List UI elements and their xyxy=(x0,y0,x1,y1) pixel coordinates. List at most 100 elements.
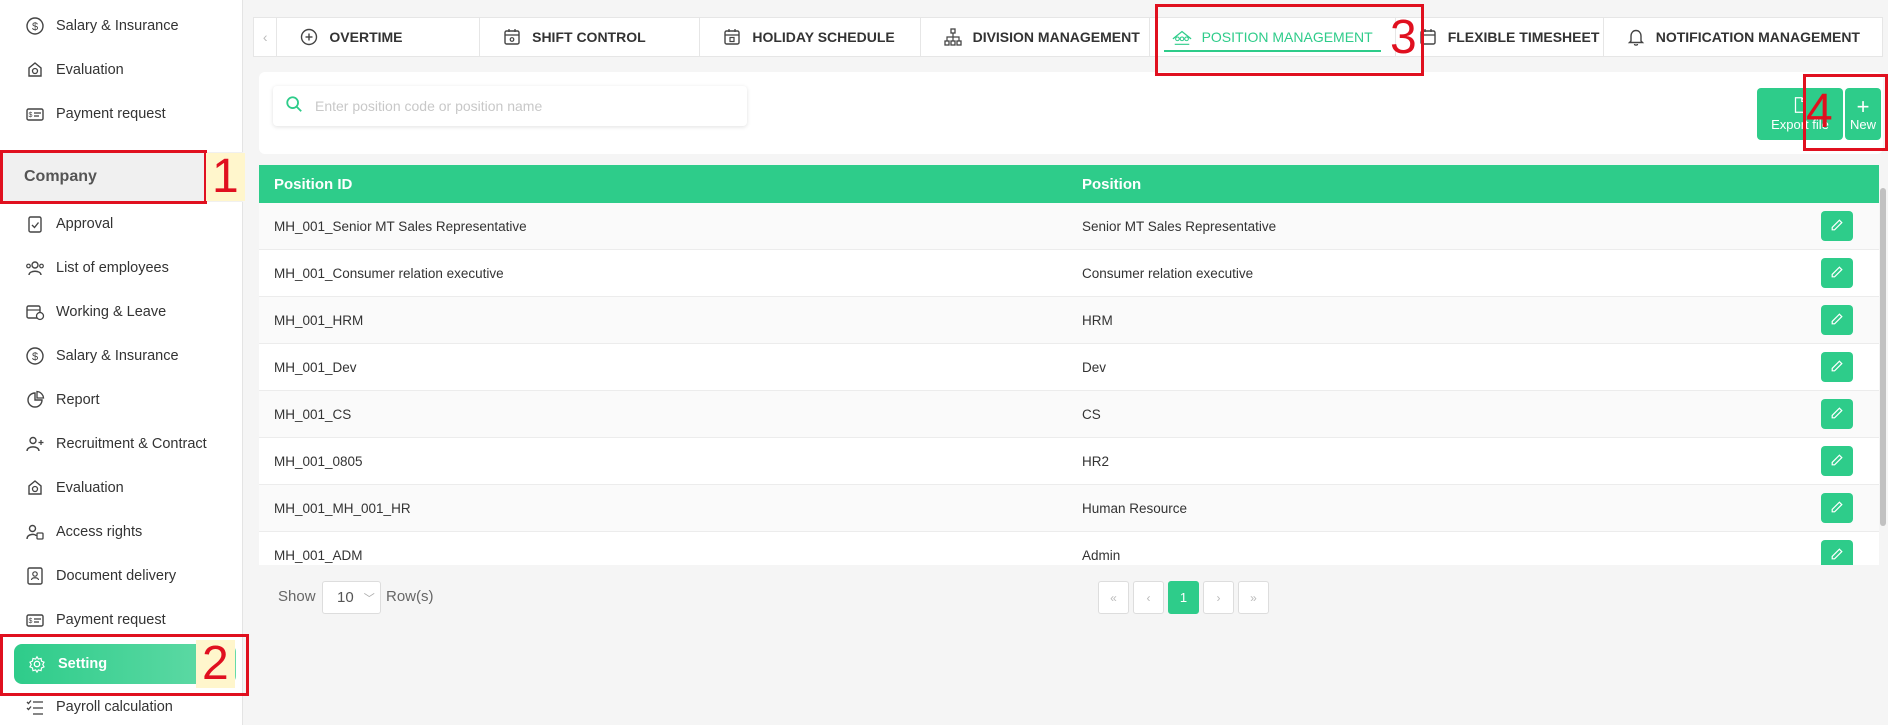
tab-notification-management[interactable]: NOTIFICATION MANAGEMENT xyxy=(1604,18,1882,56)
edit-button[interactable] xyxy=(1821,352,1853,382)
users-icon xyxy=(24,257,46,279)
pencil-icon xyxy=(1829,405,1845,424)
sidebar-item-label: Report xyxy=(56,392,100,408)
dollar-icon: $ xyxy=(24,15,46,37)
sidebar-item-recruitment-contract[interactable]: Recruitment & Contract xyxy=(24,429,207,459)
show-label: Show xyxy=(278,588,316,605)
svg-text:$: $ xyxy=(32,351,38,363)
tab-scroll-left-button[interactable]: ‹ xyxy=(254,18,278,56)
position-id-cell: MH_001_Consumer relation executive xyxy=(274,265,504,281)
position-cell: Admin xyxy=(1082,547,1121,563)
chevron-down-icon: ﹀ xyxy=(363,592,375,605)
table-header: Position ID Position xyxy=(259,165,1879,203)
payment-icon: $ xyxy=(24,103,46,125)
sidebar-item-working-leave[interactable]: Working & Leave xyxy=(24,297,166,327)
search-panel: Export file + New xyxy=(259,72,1883,154)
table-row: MH_001_0805 HR2 xyxy=(259,438,1879,485)
position-id-cell: MH_001_CS xyxy=(274,406,352,422)
calendar-clock-icon xyxy=(24,301,46,323)
position-id-cell: MH_001_0805 xyxy=(274,453,363,469)
table-body: MH_001_Senior MT Sales Representative Se… xyxy=(259,203,1879,565)
tab-overtime[interactable]: OVERTIME xyxy=(277,18,481,56)
sidebar-item-report[interactable]: Report xyxy=(24,385,100,415)
search-input[interactable] xyxy=(315,98,735,114)
pencil-icon xyxy=(1829,264,1845,283)
sidebar-item-label: Working & Leave xyxy=(56,304,167,320)
position-id-cell: MH_001_HRM xyxy=(274,312,364,328)
positions-table: Position ID Position MH_001_Senior MT Sa… xyxy=(259,165,1879,565)
position-cell: Human Resource xyxy=(1082,500,1188,516)
chevron-left-icon: ‹ xyxy=(262,29,268,45)
sidebar-item-evaluation-top[interactable]: Evaluation xyxy=(24,55,124,85)
tab-label: SHIFT CONTROL xyxy=(532,29,646,45)
sidebar-item-label: Evaluation xyxy=(56,62,124,78)
table-row: MH_001_CS CS xyxy=(259,391,1879,438)
sidebar-item-payment-request[interactable]: $ Payment request xyxy=(24,605,166,635)
chevron-right-icon: › xyxy=(1216,590,1221,605)
sidebar-item-label: Approval xyxy=(56,216,114,232)
edit-button[interactable] xyxy=(1821,399,1853,429)
position-cell: Dev xyxy=(1082,359,1107,375)
position-cell: HRM xyxy=(1082,312,1113,328)
bell-icon xyxy=(1626,27,1646,47)
tab-division-management[interactable]: DIVISION MANAGEMENT xyxy=(921,18,1150,56)
sidebar-item-salary-insurance-top[interactable]: $ Salary & Insurance xyxy=(24,11,179,41)
column-header-position: Position xyxy=(1082,175,1142,193)
page-button[interactable]: 1 xyxy=(1168,581,1199,614)
table-scrollbar[interactable] xyxy=(1880,188,1886,526)
position-cell: Senior MT Sales Representative xyxy=(1082,218,1277,234)
calendar-star-icon xyxy=(722,27,742,47)
tab-flexible-timesheet[interactable]: FLEXIBLE TIMESHEET xyxy=(1396,18,1604,56)
next-page-button[interactable]: › xyxy=(1203,581,1234,614)
annotation-number-1: 1 xyxy=(206,153,245,201)
pagination: « ‹ 1 › » xyxy=(1098,581,1269,614)
double-chevron-left-icon: « xyxy=(1110,590,1117,605)
rows-per-page-select[interactable]: 10 ﹀ xyxy=(322,581,381,614)
table-row: MH_001_ADM Admin xyxy=(259,532,1879,565)
sidebar-item-label: Payroll calculation xyxy=(56,699,173,715)
table-row: MH_001_HRM HRM xyxy=(259,297,1879,344)
sidebar-item-list-of-employees[interactable]: List of employees xyxy=(24,253,169,283)
edit-button[interactable] xyxy=(1821,211,1853,241)
sidebar-item-document-delivery[interactable]: Document delivery xyxy=(24,561,176,591)
double-chevron-right-icon: » xyxy=(1250,590,1257,605)
previous-page-button[interactable]: ‹ xyxy=(1133,581,1164,614)
edit-button[interactable] xyxy=(1821,305,1853,335)
sidebar-item-access-rights[interactable]: Access rights xyxy=(24,517,142,547)
sidebar-item-approval[interactable]: Approval xyxy=(24,209,113,239)
first-page-button[interactable]: « xyxy=(1098,581,1129,614)
sidebar-item-payment-request-top[interactable]: $ Payment request xyxy=(24,99,166,129)
last-page-button[interactable]: » xyxy=(1238,581,1269,614)
calendar-icon xyxy=(502,27,522,47)
pencil-icon xyxy=(1829,452,1845,471)
sidebar-item-evaluation[interactable]: Evaluation xyxy=(24,473,124,503)
tab-holiday-schedule[interactable]: HOLIDAY SCHEDULE xyxy=(700,18,921,56)
position-id-cell: MH_001_Senior MT Sales Representative xyxy=(274,218,527,234)
table-row: MH_001_MH_001_HR Human Resource xyxy=(259,485,1879,532)
sidebar-item-payroll-calculation[interactable]: Payroll calculation xyxy=(24,692,173,722)
svg-text:$: $ xyxy=(29,618,33,625)
pencil-icon xyxy=(1829,217,1845,236)
position-id-cell: MH_001_Dev xyxy=(274,359,357,375)
column-header-position-id: Position ID xyxy=(274,175,353,193)
pencil-icon xyxy=(1829,546,1845,565)
clock-plus-icon xyxy=(299,27,319,47)
dollar-icon: $ xyxy=(24,345,46,367)
payment-icon: $ xyxy=(24,609,46,631)
edit-button[interactable] xyxy=(1821,446,1853,476)
edit-button[interactable] xyxy=(1821,258,1853,288)
tab-label: OVERTIME xyxy=(329,29,403,45)
sidebar-item-label: Salary & Insurance xyxy=(56,348,179,364)
position-cell: CS xyxy=(1082,406,1101,422)
sidebar-item-label: Evaluation xyxy=(56,480,124,496)
tab-label: NOTIFICATION MANAGEMENT xyxy=(1655,29,1860,45)
search-field[interactable] xyxy=(273,86,747,126)
edit-button[interactable] xyxy=(1821,493,1853,523)
tab-label: HOLIDAY SCHEDULE xyxy=(752,29,895,45)
sidebar-item-label: List of employees xyxy=(56,260,169,276)
edit-button[interactable] xyxy=(1821,540,1853,565)
sidebar-item-salary-insurance[interactable]: $ Salary & Insurance xyxy=(24,341,179,371)
pencil-icon xyxy=(1829,311,1845,330)
tab-shift-control[interactable]: SHIFT CONTROL xyxy=(480,18,701,56)
search-icon xyxy=(285,95,303,118)
